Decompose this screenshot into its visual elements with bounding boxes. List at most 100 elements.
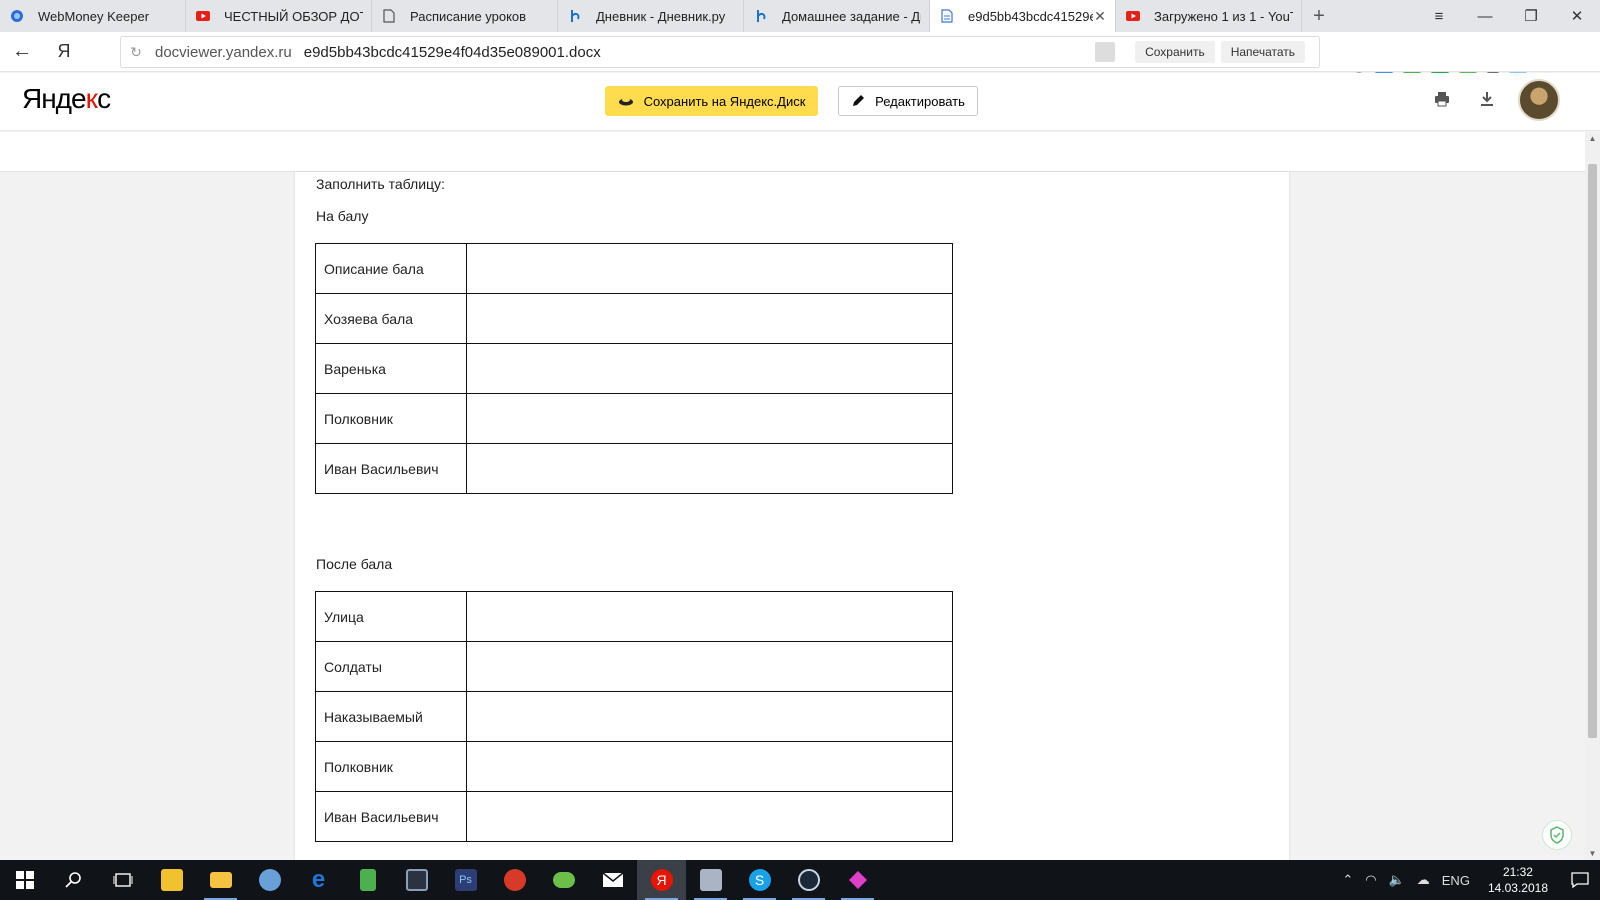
table-cell-empty[interactable] [466,791,953,842]
table-cell-empty[interactable] [466,443,953,494]
browser-menu-icon[interactable]: ≡ [1416,0,1462,32]
back-button[interactable]: ← [0,40,44,63]
scroll-up-icon[interactable]: ▲ [1585,134,1600,143]
section2-title: После бала [316,556,393,572]
save-to-disk-label: Сохранить на Яндекс.Диск [643,93,806,109]
tab-youtube-dota[interactable]: ЧЕСТНЫЙ ОБЗОР ДОТА 2 [186,0,372,32]
print-page-button[interactable]: Напечатать [1220,41,1305,63]
table-cell-label: Улица [315,591,467,642]
new-tab-button[interactable]: + [1302,0,1336,32]
table-cell-empty[interactable] [466,591,953,642]
logo-part: Янде [22,83,87,114]
tab-label: Дневник - Дневник.ру [596,8,726,24]
tab-label: ЧЕСТНЫЙ ОБЗОР ДОТА 2 [224,8,363,24]
cloud-app-icon[interactable] [539,860,588,900]
protect-icon[interactable] [1095,42,1116,62]
language-indicator[interactable]: ENG [1442,873,1470,888]
edit-button[interactable]: Редактировать [838,86,978,116]
viewer-toolbar-band [0,132,1585,172]
table-cell-label: Полковник [315,741,467,792]
notes-app-icon[interactable] [343,860,392,900]
restore-button[interactable]: ❐ [1508,0,1554,32]
table-row: Улица [315,591,953,642]
search-icon[interactable] [49,860,98,900]
table-cell-label: Солдаты [315,641,467,692]
photoshop-icon[interactable]: Ps [441,860,490,900]
clock[interactable]: 21:32 14.03.2018 [1488,864,1548,896]
tab-webmoney[interactable]: WebMoney Keeper [0,0,186,32]
document-icon [382,9,396,23]
table-cell-empty[interactable] [466,691,953,742]
table-cell-empty[interactable] [466,741,953,792]
table-row: Наказываемый [315,691,953,742]
avatar[interactable] [1518,79,1560,121]
table-row: Полковник [315,741,953,792]
tab-label: Расписание уроков [410,8,527,24]
tab-homework[interactable]: Домашнее задание - Дне [744,0,930,32]
table-cell-label: Варенька [315,343,467,394]
tab-dnevnik[interactable]: Дневник - Дневник.ру [558,0,744,32]
minimize-button[interactable]: — [1462,0,1508,32]
table-row: Полковник [315,393,953,444]
system-tray: ⌃ ◠ 🔈 ☁ ENG 21:32 14.03.2018 [1336,860,1600,900]
diamond-app-icon[interactable] [833,860,882,900]
video-editor-icon[interactable] [392,860,441,900]
edge-icon[interactable]: e [294,860,343,900]
notifications-icon[interactable] [1560,860,1600,900]
browser-globe-icon[interactable] [245,860,294,900]
yandex-browser-icon[interactable]: Я [637,860,686,900]
scrollbar-thumb[interactable] [1588,164,1597,738]
tab-schedule[interactable]: Расписание уроков [372,0,558,32]
close-tab-icon[interactable]: ✕ [1093,8,1107,25]
document-icon [940,9,954,23]
yandex-home-button[interactable]: Я [44,41,84,62]
save-page-button[interactable]: Сохранить [1135,41,1215,63]
globe-icon [10,9,24,23]
task-view-icon[interactable] [98,860,147,900]
url-host: docviewer.yandex.ru [155,43,292,61]
table-cell-empty[interactable] [466,343,953,394]
table-cell-empty[interactable] [466,641,953,692]
table-row: Солдаты [315,641,953,692]
print-icon[interactable] [1434,91,1450,112]
clock-date: 14.03.2018 [1487,881,1548,895]
chevron-up-icon[interactable]: ⌃ [1342,872,1353,888]
mail-icon[interactable] [588,860,637,900]
section1-title: На балу [316,208,369,224]
download-icon[interactable] [1480,91,1494,112]
tab-label: e9d5bb43bcdc41529e4 [968,8,1093,24]
antivirus-icon[interactable] [490,860,539,900]
table-cell-label: Хозяева бала [315,293,467,344]
volume-icon[interactable]: 🔈 [1389,872,1405,888]
table-cell-empty[interactable] [466,393,953,444]
logo-part: с [97,83,111,114]
table-cell-empty[interactable] [466,243,953,294]
save-to-disk-button[interactable]: Сохранить на Яндекс.Диск [605,86,818,116]
address-bar[interactable]: ↻ docviewer.yandex.ru e9d5bb43bcdc41529e… [120,36,1320,68]
folder-stack-icon[interactable] [686,860,735,900]
tab-youtube-upload[interactable]: Загружено 1 из 1 - YouTul [1116,0,1302,32]
file-explorer-icon[interactable] [196,860,245,900]
start-icon[interactable] [0,860,49,900]
close-window-button[interactable]: ✕ [1554,0,1600,32]
store-icon[interactable] [147,860,196,900]
security-shield-icon[interactable] [1542,820,1572,850]
table-row: Описание бала [315,243,953,294]
clock-time: 21:32 [1502,865,1533,879]
yandex-logo[interactable]: Яндекс [22,83,111,115]
tab-label: WebMoney Keeper [38,8,150,24]
tab-docviewer[interactable]: e9d5bb43bcdc41529e4 ✕ [930,0,1116,32]
scroll-down-icon[interactable]: ▼ [1585,849,1600,858]
vertical-scrollbar[interactable]: ▲ ▼ [1585,132,1600,860]
address-toolbar: ← Я ↻ docviewer.yandex.ru e9d5bb43bcdc41… [0,32,1600,92]
wifi-icon[interactable]: ◠ [1365,872,1376,888]
reload-icon[interactable]: ↻ [121,44,151,61]
steam-icon[interactable] [784,860,833,900]
windows-taskbar: e Ps Я S ⌃ ◠ 🔈 ☁ ENG 21:32 14.03.2018 [0,860,1600,900]
edit-label: Редактировать [875,93,965,109]
table-cell-empty[interactable] [466,293,953,344]
table-cell-label: Иван Васильевич [315,443,467,494]
dnevnik-icon [754,9,768,23]
cloud-tray-icon[interactable]: ☁ [1417,872,1430,888]
skype-icon[interactable]: S [735,860,784,900]
